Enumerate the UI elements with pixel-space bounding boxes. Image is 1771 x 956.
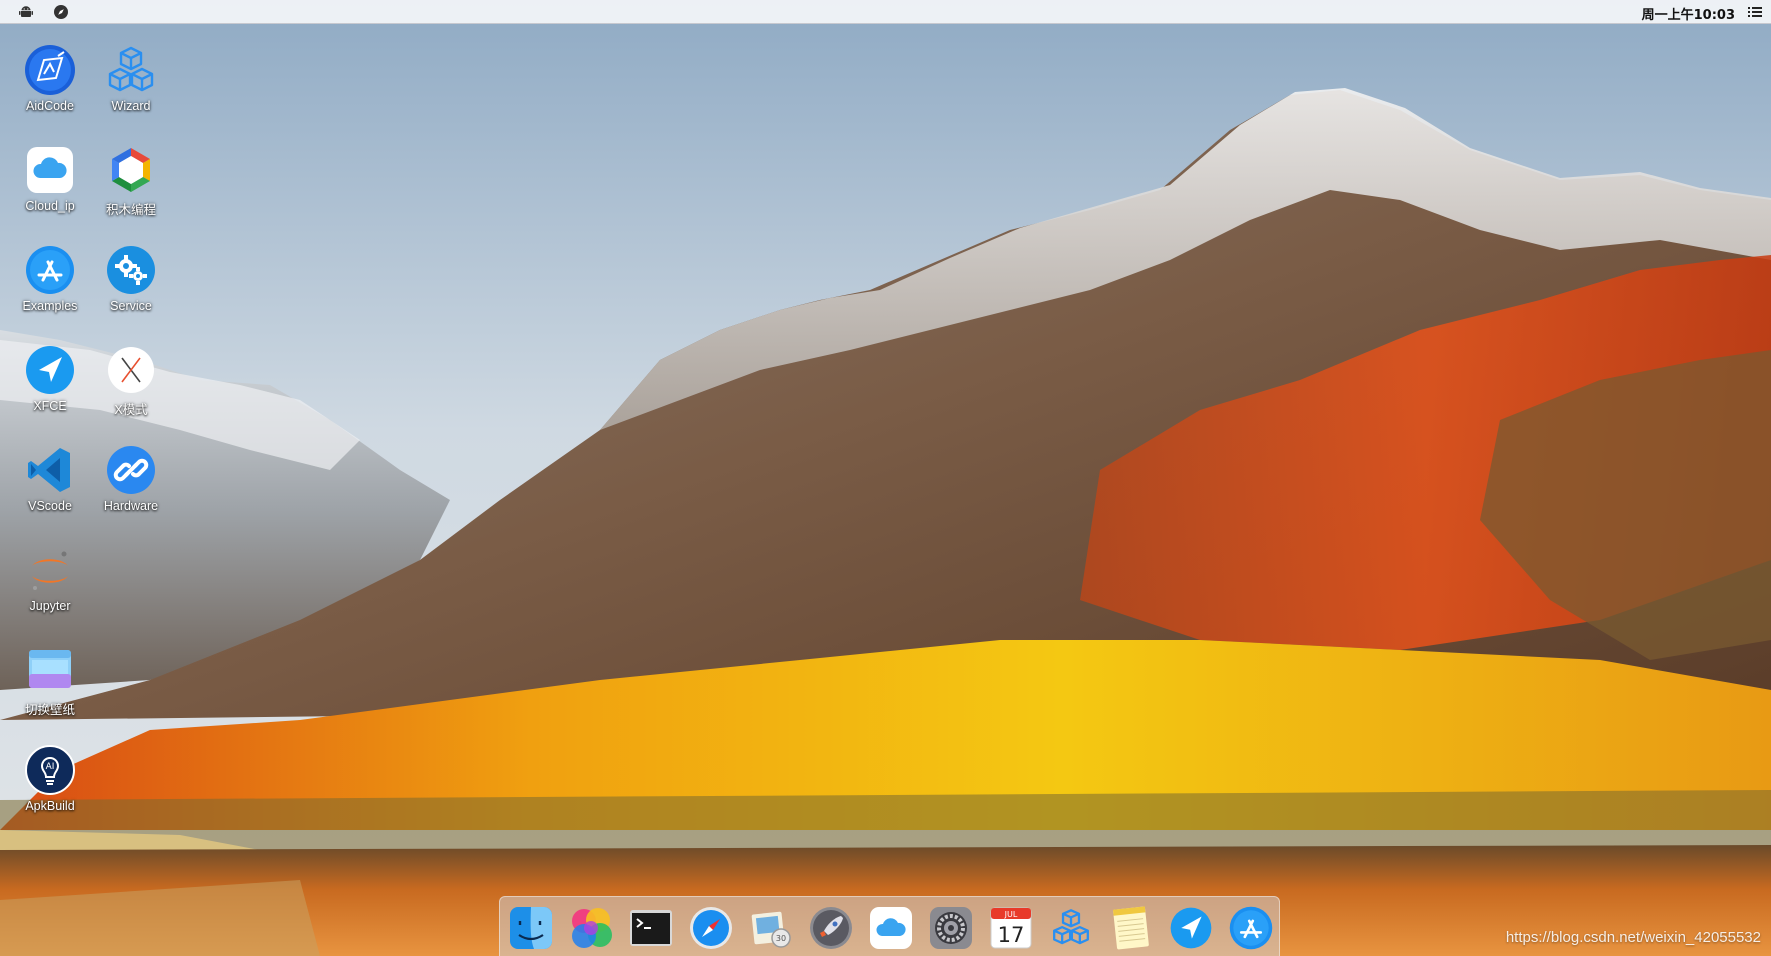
desktop-icon-label: Cloud_ip (25, 199, 75, 213)
desktop-icon-blockly[interactable]: 积木编程 (89, 144, 173, 218)
safari-icon (690, 907, 732, 949)
jupyter-icon (32, 551, 68, 590)
desktop-icon-label: ApkBuild (25, 799, 75, 813)
desktop-icon-apkbuild[interactable]: AI ApkBuild (8, 744, 92, 813)
cloud-icon (870, 907, 912, 949)
desktop-icon-label: XFCE (33, 399, 67, 413)
desktop-icon-xmode[interactable]: X模式 (89, 344, 173, 418)
desktop-icon-service[interactable]: Service (89, 244, 173, 313)
paper-plane-icon (26, 346, 74, 394)
dock-item-notes[interactable] (1108, 905, 1154, 951)
dock-item-finder[interactable] (508, 905, 554, 951)
watermark-url: https://blog.csdn.net/weixin_42055532 (1505, 929, 1761, 946)
desktop-icon-label: VScode (28, 499, 72, 513)
calendar-icon: JUL 17 (990, 907, 1032, 949)
desktop-icon-label: AidCode (26, 99, 74, 113)
dock-item-photos[interactable] (568, 905, 614, 951)
bulb-icon: AI (25, 745, 75, 795)
desktop-icon-label: Wizard (111, 99, 151, 113)
dock-item-wizard[interactable] (1048, 905, 1094, 951)
dock-item-launchpad[interactable] (808, 905, 854, 951)
aidcode-icon (25, 45, 75, 95)
desktop-icon-label: Service (110, 299, 152, 313)
desktop-icon-label: 积木编程 (105, 203, 156, 217)
desktop: 周一上午10:03 AidCode Wizard Cloud_ip 积木编程 E… (0, 0, 1771, 956)
desktop-icon-hardware[interactable]: Hardware (89, 444, 173, 513)
desktop-icon-examples[interactable]: Examples (8, 244, 92, 313)
calendar-day: 17 (998, 923, 1025, 947)
desktop-icon-label: Examples (22, 299, 78, 313)
desktop-icon-label: 切换壁纸 (24, 703, 75, 717)
dock-item-icloud[interactable] (868, 905, 914, 951)
dock-item-safari[interactable] (688, 905, 734, 951)
desktop-icon-xfce[interactable]: XFCE (8, 344, 92, 413)
desktop-wallpaper (0, 0, 1771, 956)
svg-text:AI: AI (46, 762, 55, 772)
cubes-icon (108, 46, 154, 92)
app-store-icon (1229, 906, 1273, 950)
calendar-month: JUL (1004, 910, 1018, 919)
notes-icon (1112, 906, 1149, 950)
desktop-icon-vscode[interactable]: VScode (8, 444, 92, 513)
color-balls-icon (572, 908, 612, 948)
cubes-icon (1053, 909, 1089, 945)
desktop-icon-wizard[interactable]: Wizard (89, 44, 173, 113)
gears-icon (107, 246, 155, 294)
link-icon (107, 446, 155, 494)
finder-icon (510, 907, 552, 949)
dock: 30 JUL 17 (499, 896, 1280, 956)
menu-bar-clock[interactable]: 周一上午10:03 (1642, 4, 1735, 23)
desktop-icon-aidcode[interactable]: AidCode (8, 44, 92, 113)
dock-item-preview[interactable]: 30 (748, 905, 794, 951)
rocket-icon (810, 907, 852, 949)
cloud-icon (27, 147, 73, 193)
paper-plane-icon (1170, 907, 1212, 949)
gear-icon (930, 907, 972, 949)
dock-item-settings[interactable] (928, 905, 974, 951)
svg-text:30: 30 (776, 934, 786, 943)
preview-icon: 30 (751, 911, 791, 948)
list-icon[interactable] (1747, 4, 1763, 20)
desktop-icon-label: Jupyter (29, 599, 71, 613)
desktop-icon-jupyter[interactable]: Jupyter (8, 544, 92, 613)
desktop-icon-label: X模式 (114, 403, 148, 417)
desktop-icon-wallpaper[interactable]: 切换壁纸 (8, 644, 92, 718)
blockly-icon (112, 148, 150, 192)
dock-item-calendar[interactable]: JUL 17 (988, 905, 1034, 951)
desktop-icon-label: Hardware (103, 499, 159, 513)
dock-item-xfce[interactable] (1168, 905, 1214, 951)
desktop-icon-cloud-ip[interactable]: Cloud_ip (8, 144, 92, 213)
terminal-icon (630, 910, 672, 946)
android-icon[interactable] (18, 4, 34, 20)
dock-item-appstore[interactable] (1228, 905, 1274, 951)
compass-icon[interactable] (53, 4, 69, 20)
dock-item-terminal[interactable] (628, 905, 674, 951)
vscode-icon (28, 448, 70, 492)
wallpaper-icon (29, 650, 71, 688)
app-store-icon (26, 246, 74, 294)
menu-bar: 周一上午10:03 (0, 0, 1771, 24)
x-icon (108, 347, 154, 393)
